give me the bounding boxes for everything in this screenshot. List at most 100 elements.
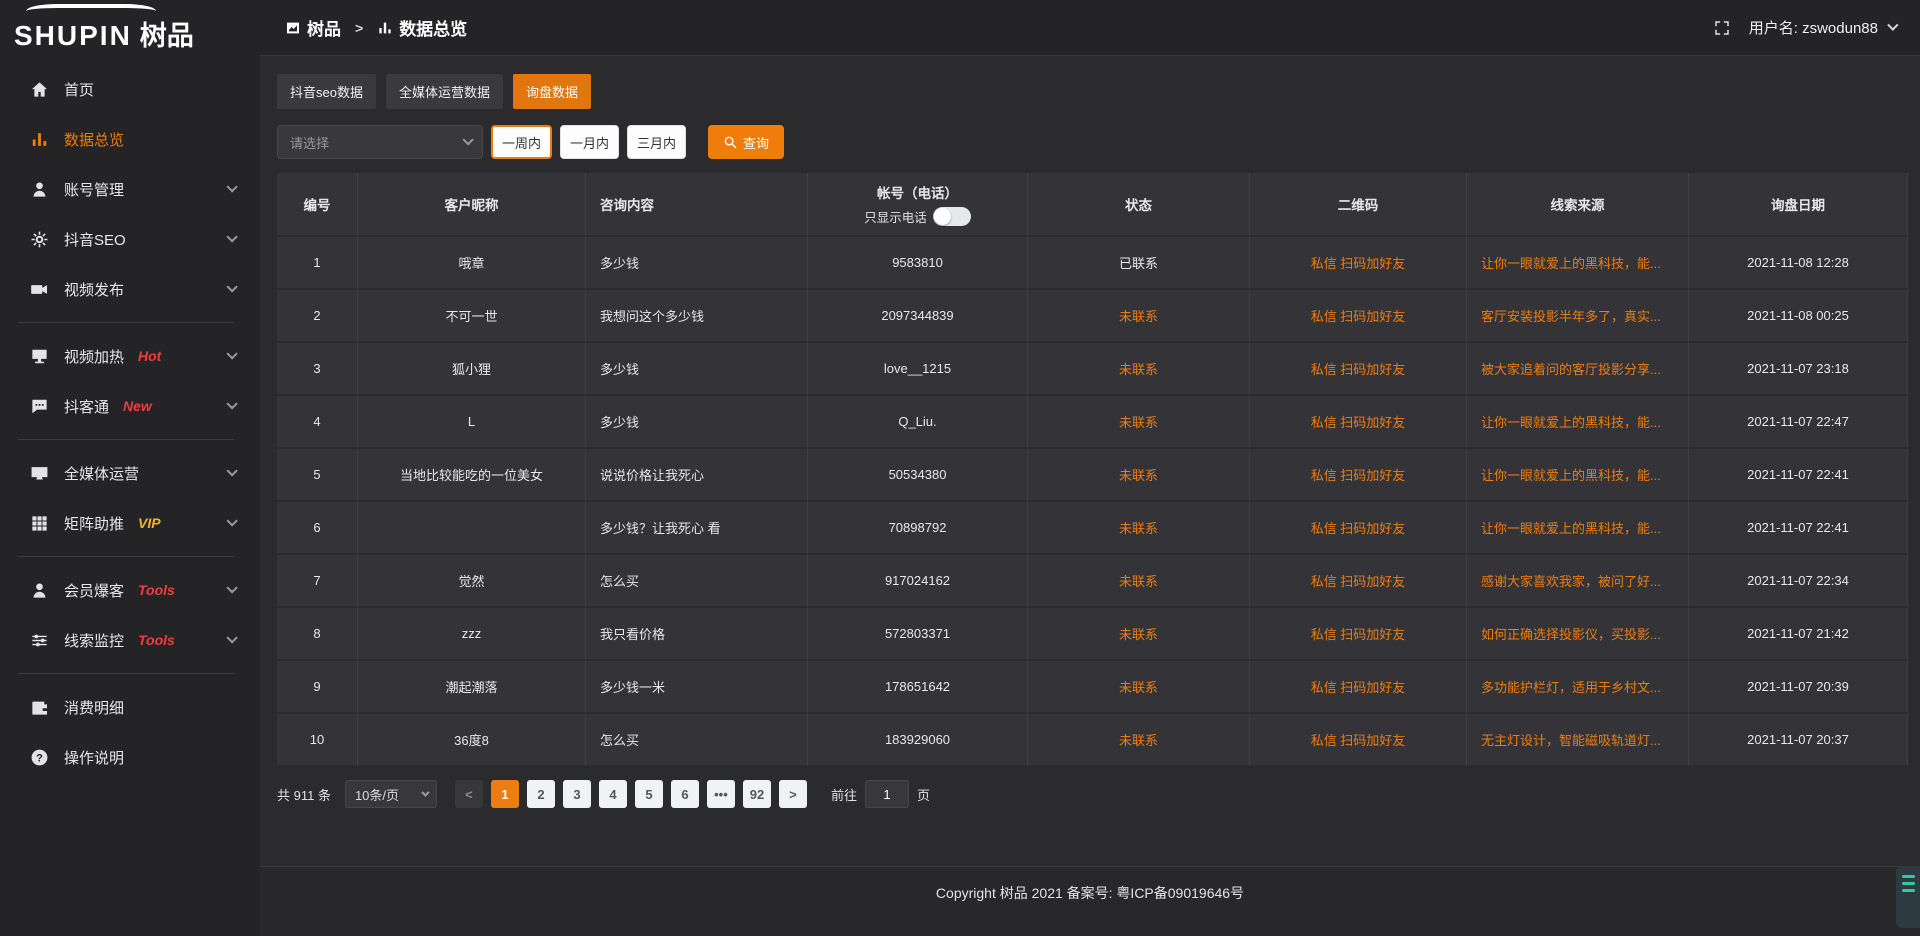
floating-service-widget[interactable] [1896, 866, 1920, 928]
sidebar-item-consumption[interactable]: 消费明细 [0, 682, 260, 732]
fullscreen-icon[interactable] [1713, 19, 1731, 37]
account-cell: Q_Liu. [808, 396, 1028, 449]
user-menu[interactable]: 用户名: zswodun88 [1749, 17, 1894, 38]
qr-links[interactable]: 私信 扫码加好友 [1250, 396, 1467, 449]
source-link[interactable]: 如何正确选择投影仪，买投影... [1467, 608, 1689, 661]
col-header-date: 询盘日期 [1689, 173, 1908, 237]
page-button[interactable]: ••• [707, 780, 735, 808]
account-cell: 50534380 [808, 449, 1028, 502]
sidebar-item-member-baoke[interactable]: 会员爆客 Tools [0, 565, 260, 615]
table-row: 2 不可一世 我想问这个多少钱 2097344839 未联系 私信 扫码加好友 … [277, 290, 1908, 343]
breadcrumb: 树品 > 数据总览 [285, 15, 467, 40]
row-id-cell: 2 [277, 290, 358, 343]
chevron-down-icon [226, 582, 237, 593]
goto-prefix: 前往 [831, 785, 857, 804]
next-page-button[interactable]: > [779, 780, 807, 808]
date-cell: 2021-11-07 22:41 [1689, 502, 1908, 555]
gear-icon [30, 230, 49, 249]
sidebar-group: 全媒体运营 矩阵助推 VIP [0, 439, 260, 548]
sidebar-item-home[interactable]: 首页 [0, 64, 260, 114]
sidebar-item-badge: VIP [138, 515, 161, 531]
username-label: 用户名: zswodun88 [1749, 17, 1878, 38]
sidebar-item-clue-monitor[interactable]: 线索监控 Tools [0, 615, 260, 665]
page-button[interactable]: 2 [527, 780, 555, 808]
page-button[interactable]: 1 [491, 780, 519, 808]
source-link[interactable]: 感谢大家喜欢我家，被问了好... [1467, 555, 1689, 608]
sidebar-item-label: 会员爆客 [64, 580, 124, 601]
table-row: 4 L 多少钱 Q_Liu. 未联系 私信 扫码加好友 让你一眼就爱上的黑科技，… [277, 396, 1908, 449]
phone-only-toggle[interactable] [933, 207, 971, 226]
col-header-status: 状态 [1028, 173, 1250, 237]
qr-links[interactable]: 私信 扫码加好友 [1250, 608, 1467, 661]
account-cell: 917024162 [808, 555, 1028, 608]
account-cell: 2097344839 [808, 290, 1028, 343]
sidebar-nav: 首页 数据总览 账号管理 [0, 56, 260, 782]
date-cell: 2021-11-07 21:42 [1689, 608, 1908, 661]
sidebar-item-label: 视频发布 [64, 279, 124, 300]
chevron-down-icon [226, 632, 237, 643]
account-select[interactable]: 请选择 [277, 125, 483, 159]
page-button[interactable]: 5 [635, 780, 663, 808]
source-link[interactable]: 让你一眼就爱上的黑科技，能... [1467, 449, 1689, 502]
tab[interactable]: 询盘数据 [513, 74, 591, 109]
source-link[interactable]: 让你一眼就爱上的黑科技，能... [1467, 237, 1689, 290]
sidebar-item-help[interactable]: ? 操作说明 [0, 732, 260, 782]
breadcrumb-app[interactable]: 树品 [307, 15, 341, 40]
prev-page-button[interactable]: < [455, 780, 483, 808]
search-button[interactable]: 查询 [708, 125, 784, 159]
tab[interactable]: 全媒体运营数据 [386, 74, 503, 109]
range-button[interactable]: 三月内 [627, 125, 686, 159]
chevron-down-icon [226, 281, 237, 292]
goto-page: 前往 页 [831, 780, 930, 808]
qr-links[interactable]: 私信 扫码加好友 [1250, 343, 1467, 396]
source-link[interactable]: 让你一眼就爱上的黑科技，能... [1467, 396, 1689, 449]
goto-page-input[interactable] [865, 780, 909, 808]
chevron-down-icon [462, 134, 473, 145]
sidebar-item-label: 抖音SEO [64, 229, 126, 250]
page-button[interactable]: 92 [743, 780, 771, 808]
date-cell: 2021-11-08 12:28 [1689, 237, 1908, 290]
qr-links[interactable]: 私信 扫码加好友 [1250, 449, 1467, 502]
sidebar-item-account[interactable]: 账号管理 [0, 164, 260, 214]
sidebar-item-matrix-boost[interactable]: 矩阵助推 VIP [0, 498, 260, 548]
table-row: 3 狐小狸 多少钱 love__1215 未联系 私信 扫码加好友 被大家追着问… [277, 343, 1908, 396]
sidebar-item-label: 消费明细 [64, 697, 124, 718]
content-cell: 多少钱 [586, 237, 808, 290]
qr-links[interactable]: 私信 扫码加好友 [1250, 502, 1467, 555]
page-button[interactable]: 3 [563, 780, 591, 808]
range-button[interactable]: 一周内 [491, 125, 552, 159]
qr-links[interactable]: 私信 扫码加好友 [1250, 237, 1467, 290]
page-size-select[interactable]: 10条/页 [345, 780, 437, 808]
copyright-text: Copyright 树品 2021 备案号: 粤ICP备09019646号 [936, 885, 1244, 901]
range-button[interactable]: 一月内 [560, 125, 619, 159]
page-button[interactable]: 4 [599, 780, 627, 808]
tab[interactable]: 抖音seo数据 [277, 74, 376, 109]
page-size-value: 10条/页 [355, 785, 399, 804]
qr-links[interactable]: 私信 扫码加好友 [1250, 290, 1467, 343]
sidebar-item-douyin-seo[interactable]: 抖音SEO [0, 214, 260, 264]
source-link[interactable]: 让你一眼就爱上的黑科技，能... [1467, 502, 1689, 555]
sidebar-item-data-overview[interactable]: 数据总览 [0, 114, 260, 164]
qr-links[interactable]: 私信 扫码加好友 [1250, 661, 1467, 714]
qr-links[interactable]: 私信 扫码加好友 [1250, 714, 1467, 767]
sidebar-item-video-heat[interactable]: 视频加热 Hot [0, 331, 260, 381]
row-id-cell: 1 [277, 237, 358, 290]
row-id-cell: 10 [277, 714, 358, 767]
chevron-down-icon [226, 515, 237, 526]
breadcrumb-page[interactable]: 数据总览 [399, 15, 467, 40]
row-id-cell: 3 [277, 343, 358, 396]
sidebar-item-media-ops[interactable]: 全媒体运营 [0, 448, 260, 498]
source-link[interactable]: 客厅安装投影半年多了，真实... [1467, 290, 1689, 343]
account-cell: 183929060 [808, 714, 1028, 767]
page-button[interactable]: 6 [671, 780, 699, 808]
source-link[interactable]: 被大家追着问的客厅投影分享... [1467, 343, 1689, 396]
col-header-account-label: 帐号（电话） [877, 182, 958, 202]
sidebar-item-doukotong[interactable]: 抖客通 New [0, 381, 260, 431]
date-cell: 2021-11-07 20:39 [1689, 661, 1908, 714]
qr-links[interactable]: 私信 扫码加好友 [1250, 555, 1467, 608]
account-cell: 572803371 [808, 608, 1028, 661]
sidebar-item-video-publish[interactable]: 视频发布 [0, 264, 260, 314]
source-link[interactable]: 多功能护栏灯，适用于乡村文... [1467, 661, 1689, 714]
source-link[interactable]: 无主灯设计，智能磁吸轨道灯... [1467, 714, 1689, 767]
col-header-qrcode: 二维码 [1250, 173, 1467, 237]
